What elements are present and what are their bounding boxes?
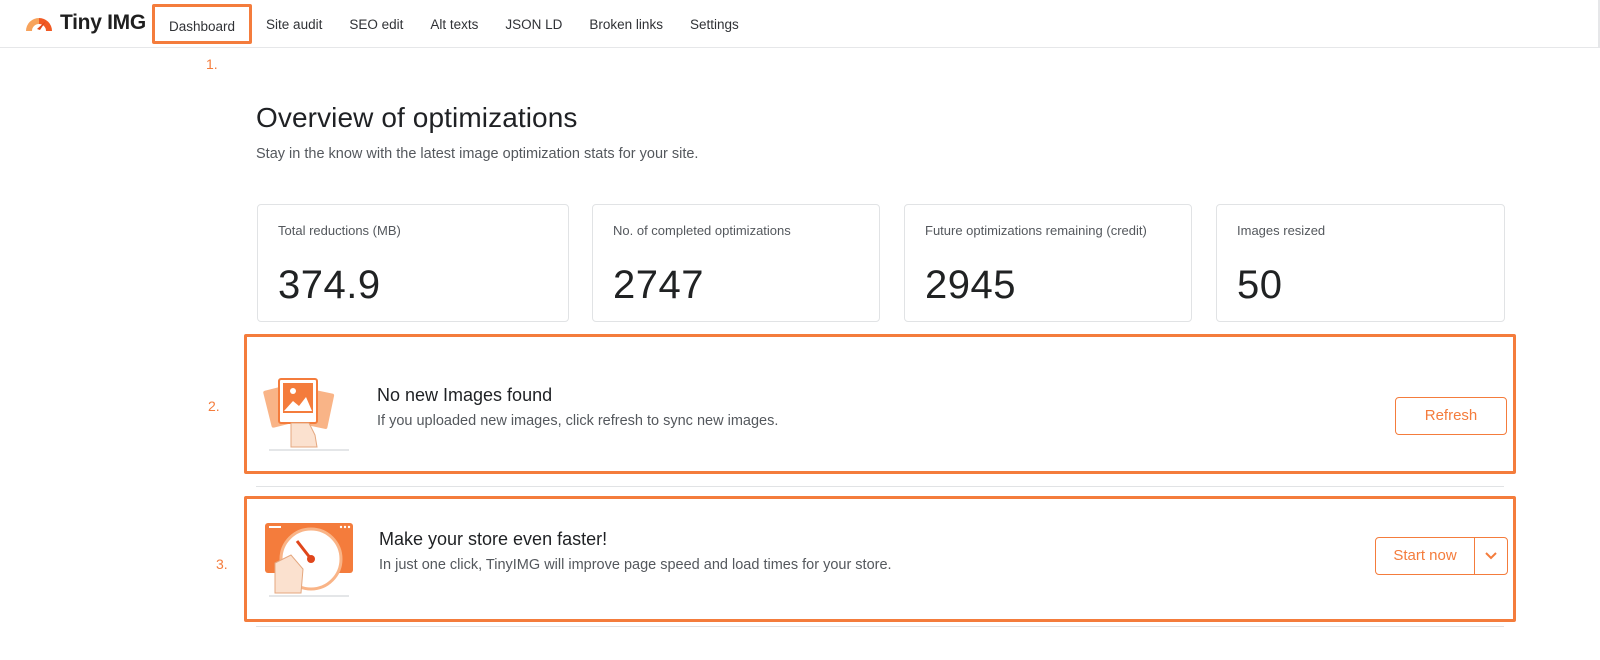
stat-value: 50 — [1237, 263, 1283, 307]
stat-value: 2945 — [925, 263, 1016, 307]
brand[interactable]: Tiny IMG — [24, 11, 146, 34]
stat-label: Total reductions (MB) — [278, 223, 401, 238]
nav-item-alt-texts[interactable]: Alt texts — [430, 17, 478, 32]
nav-item-site-audit[interactable]: Site audit — [266, 17, 322, 32]
nav-item-json-ld[interactable]: JSON LD — [505, 17, 562, 32]
stat-card-total-reductions: Total reductions (MB) 374.9 — [257, 204, 569, 322]
images-stack-icon — [263, 378, 349, 451]
stat-label: No. of completed optimizations — [613, 223, 791, 238]
stat-label: Future optimizations remaining (credit) — [925, 223, 1147, 238]
chevron-down-icon — [1485, 552, 1497, 560]
no-new-images-banner: No new Images found If you uploaded new … — [244, 334, 1516, 474]
nav-item-settings[interactable]: Settings — [690, 17, 739, 32]
start-now-dropdown-button[interactable] — [1474, 537, 1508, 575]
stat-card-images-resized: Images resized 50 — [1216, 204, 1505, 322]
speed-banner: Make your store even faster! In just one… — [244, 496, 1516, 622]
stat-label: Images resized — [1237, 223, 1326, 238]
divider — [256, 486, 1504, 487]
annotation-1: 1. — [206, 56, 218, 72]
banner-title: No new Images found — [377, 385, 553, 405]
page-title: Overview of optimizations — [256, 102, 578, 133]
page-subtitle: Stay in the know with the latest image o… — [256, 146, 699, 162]
nav-menu: Dashboard Site audit SEO edit Alt texts … — [152, 0, 766, 48]
annotation-2: 2. — [208, 398, 220, 414]
stat-value: 374.9 — [278, 263, 381, 307]
nav-item-seo-edit[interactable]: SEO edit — [349, 17, 403, 32]
refresh-button[interactable]: Refresh — [1395, 397, 1507, 435]
stat-value: 2747 — [613, 263, 704, 307]
top-nav: Tiny IMG Dashboard Site audit SEO edit A… — [0, 0, 1600, 48]
stat-card-completed-optimizations: No. of completed optimizations 2747 — [592, 204, 880, 322]
stat-card-future-optimizations: Future optimizations remaining (credit) … — [904, 204, 1192, 322]
tinyimg-logo-icon — [26, 18, 52, 31]
banner-title: Make your store even faster! — [379, 529, 608, 549]
speedometer-icon — [265, 523, 353, 597]
banner-text: In just one click, TinyIMG will improve … — [379, 557, 892, 573]
start-now-button[interactable]: Start now — [1375, 537, 1475, 575]
divider — [256, 626, 1504, 627]
nav-item-broken-links[interactable]: Broken links — [589, 17, 663, 32]
brand-name: Tiny IMG — [60, 11, 146, 34]
annotation-3: 3. — [216, 556, 228, 572]
nav-item-dashboard[interactable]: Dashboard — [152, 4, 253, 44]
banner-text: If you uploaded new images, click refres… — [377, 413, 779, 429]
